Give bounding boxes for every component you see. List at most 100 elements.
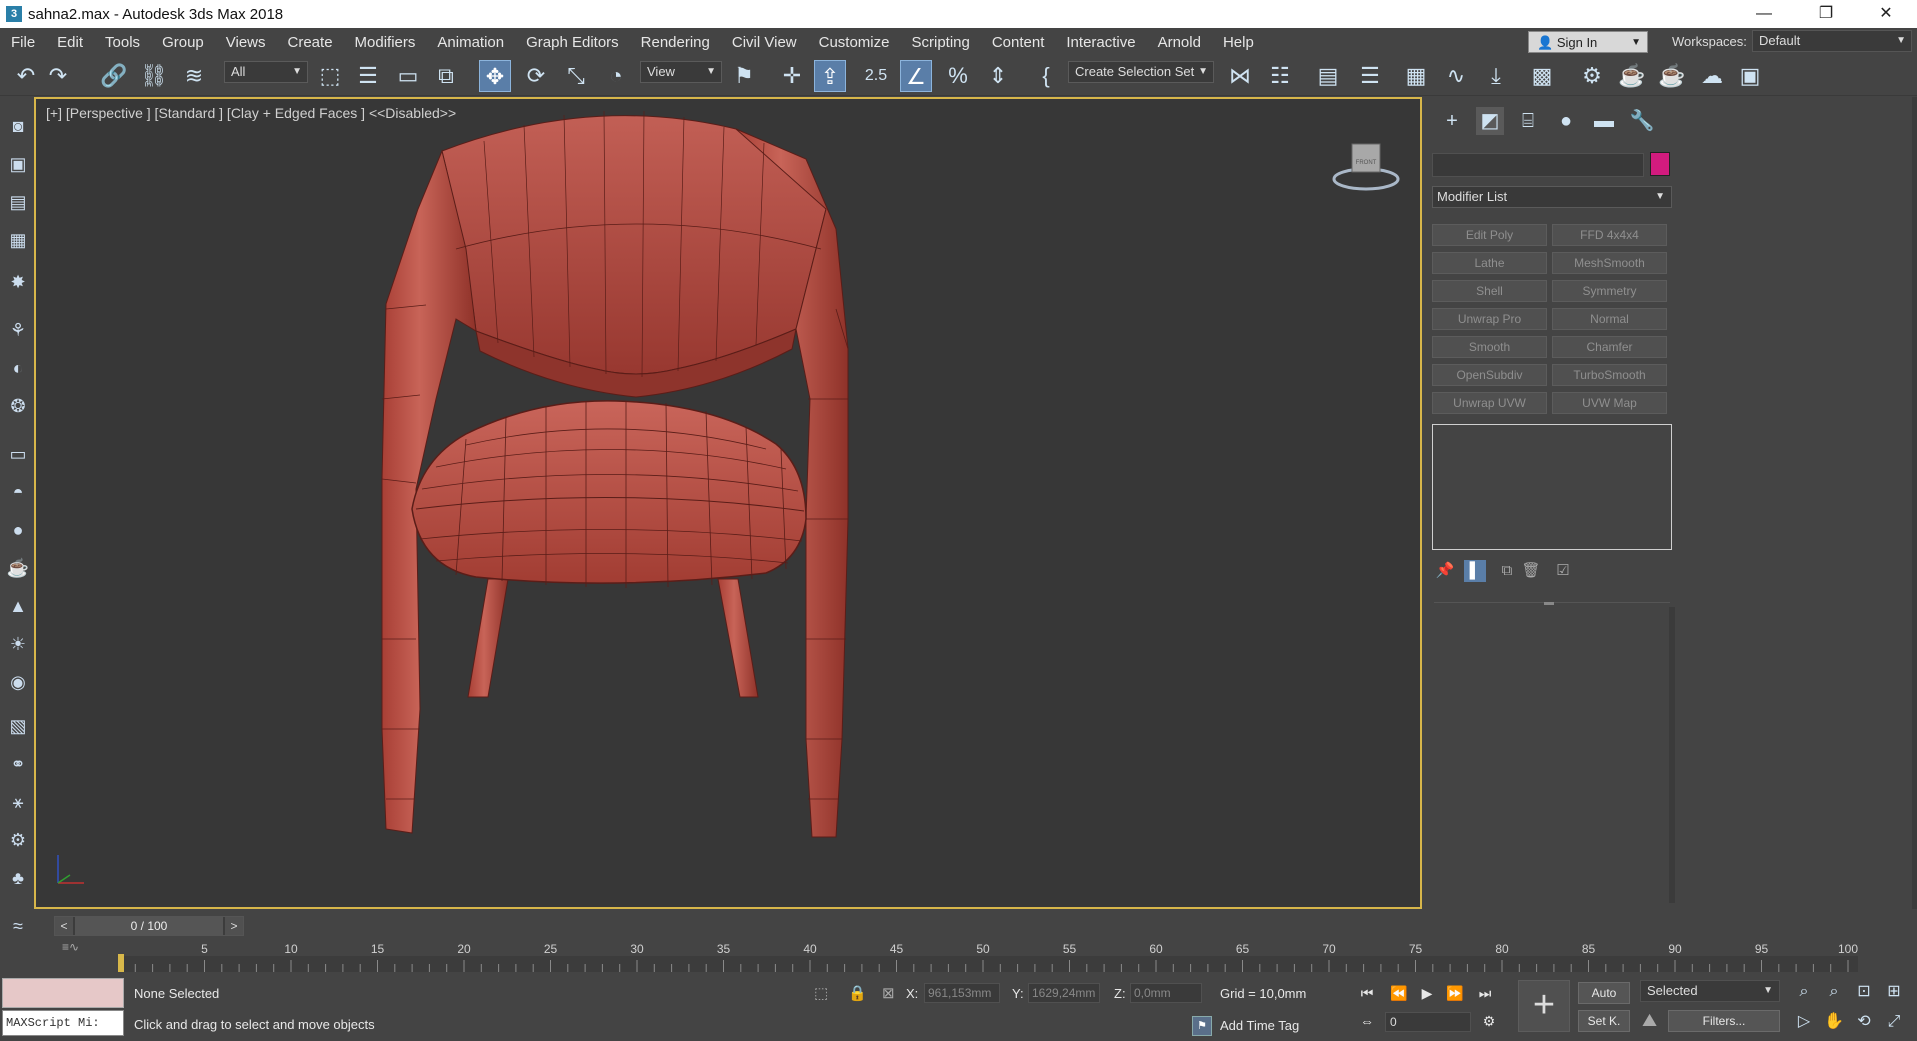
modifier-button-opensubdiv[interactable]: OpenSubdiv	[1432, 364, 1547, 386]
rendered-frame-window-icon[interactable]: ☕	[1616, 60, 1648, 92]
cone-icon[interactable]: ▲	[6, 594, 30, 618]
timeline-ruler[interactable]: 5 10 15 20 25 30 35 40 45 50 55 60 65 70 75 80 85 90 95 100	[118, 942, 1858, 972]
panel-grip-icon[interactable]: ▬	[1544, 597, 1554, 608]
menu-file[interactable]: File	[0, 34, 46, 51]
angle-snap-icon[interactable]: ∠	[900, 60, 932, 92]
geometry-icon[interactable]: ◐	[6, 356, 30, 380]
next-frame-button[interactable]: >	[225, 917, 243, 935]
time-slider[interactable]: < 0 / 100 >	[54, 916, 244, 936]
modifier-stack[interactable]	[1432, 424, 1672, 550]
plane-icon[interactable]: ▭	[6, 442, 30, 466]
maxscript-input[interactable]: MAXScript Mi:	[2, 1010, 124, 1036]
prev-key-icon[interactable]: ⏪	[1388, 982, 1410, 1004]
placement-icon[interactable]: ◔	[600, 60, 632, 92]
menu-group[interactable]: Group	[151, 34, 215, 51]
mirror-icon[interactable]: ⋈	[1224, 60, 1256, 92]
remove-modifier-icon[interactable]: 🗑	[1520, 560, 1542, 582]
menu-rendering[interactable]: Rendering	[630, 34, 721, 51]
pivot-center-icon[interactable]: ⚑	[728, 60, 760, 92]
motion-tab-icon[interactable]: ●	[1552, 107, 1580, 135]
select-object-icon[interactable]: ⬚	[314, 60, 346, 92]
modifier-button-ffd[interactable]: FFD 4x4x4	[1552, 224, 1667, 246]
zoom-extents-icon[interactable]: ⊡	[1852, 980, 1876, 1004]
snap-icon[interactable]: ⚹	[6, 790, 30, 814]
rect-selection-icon[interactable]: ▭	[392, 60, 424, 92]
zoom-icon[interactable]: ⌕	[1792, 980, 1816, 1004]
a360-gallery-icon[interactable]: ▣	[1734, 60, 1766, 92]
material-editor-icon[interactable]: ▩	[1526, 60, 1558, 92]
curve-editor-mini-icon[interactable]: ≡∿	[62, 940, 79, 954]
link-icon[interactable]: 🔗	[98, 60, 130, 92]
set-key-button[interactable]: Set K.	[1578, 1010, 1630, 1032]
scene-explorer-icon[interactable]: ▤	[1312, 60, 1344, 92]
set-key-big-button[interactable]: +	[1518, 980, 1570, 1032]
render-setup-icon[interactable]: ⚙	[1576, 60, 1608, 92]
percent-snap-icon[interactable]: %	[942, 60, 974, 92]
render-production-icon[interactable]: ☕	[1656, 60, 1688, 92]
viewcube[interactable]: FRONT	[1326, 134, 1406, 204]
hierarchy-tab-icon[interactable]: ⌸	[1514, 107, 1542, 135]
hair-icon[interactable]: ≈	[6, 914, 30, 938]
time-config-icon[interactable]: ⚙	[1478, 1010, 1500, 1032]
time-slider-frame[interactable]: 0 / 100	[75, 917, 223, 935]
select-manipulate-icon[interactable]: ⇪	[814, 60, 846, 92]
hemisphere-icon[interactable]: ◓	[6, 480, 30, 504]
modifier-button-unwrap-uvw[interactable]: Unwrap UVW	[1432, 392, 1547, 414]
unlink-icon[interactable]: ⛓	[138, 60, 170, 92]
align-icon[interactable]: ☷	[1264, 60, 1296, 92]
create-tab-icon[interactable]: +	[1438, 107, 1466, 135]
menu-animation[interactable]: Animation	[426, 34, 515, 51]
prev-frame-button[interactable]: <	[55, 917, 73, 935]
object-color-swatch[interactable]	[1650, 152, 1670, 176]
show-end-result-icon[interactable]: ▌	[1464, 560, 1486, 582]
modifier-button-chamfer[interactable]: Chamfer	[1552, 336, 1667, 358]
settings-icon[interactable]: ⚙	[6, 828, 30, 852]
move-icon[interactable]: ✥	[479, 60, 511, 92]
maxscript-output[interactable]	[2, 978, 124, 1008]
display-tab-icon[interactable]: ▬	[1590, 107, 1618, 135]
layer-explorer-icon[interactable]: ☰	[1354, 60, 1386, 92]
menu-interactive[interactable]: Interactive	[1055, 34, 1146, 51]
key-tangent-icon[interactable]: ⛰	[1642, 1010, 1657, 1031]
modifier-list-dropdown[interactable]: Modifier List ▼	[1432, 186, 1672, 208]
window-crossing-icon[interactable]: ⧉	[430, 60, 462, 92]
redo-icon[interactable]: ↷	[42, 60, 74, 92]
isolate-selection-icon[interactable]: ⬚	[814, 984, 828, 1002]
goto-end-icon[interactable]: ⏭	[1474, 982, 1496, 1004]
spinner-snap-icon[interactable]: ⇕	[982, 60, 1014, 92]
object-name-field[interactable]	[1432, 153, 1644, 177]
minimize-button[interactable]: —	[1735, 0, 1793, 28]
modifier-button-uvw-map[interactable]: UVW Map	[1552, 392, 1667, 414]
modifier-button-symmetry[interactable]: Symmetry	[1552, 280, 1667, 302]
scale-icon[interactable]: ⤡	[560, 60, 592, 92]
modify-tab-icon[interactable]: ◩	[1476, 107, 1504, 135]
snap-toggle-icon[interactable]: 2.5	[860, 60, 892, 92]
helper-icon[interactable]: ⚘	[6, 318, 30, 342]
menu-tools[interactable]: Tools	[94, 34, 151, 51]
x-coordinate-field[interactable]: 961,153mm	[924, 983, 1000, 1003]
orbit-icon[interactable]: ⟲	[1852, 1010, 1876, 1034]
plant-icon[interactable]: ♣	[6, 866, 30, 890]
restore-button[interactable]: ❐	[1797, 0, 1855, 28]
ruler-track[interactable]	[118, 956, 1858, 972]
document-icon[interactable]: ▤	[6, 190, 30, 214]
curve-editor-icon[interactable]: ∿	[1440, 60, 1472, 92]
table-icon[interactable]: ▦	[6, 228, 30, 252]
pan-view-icon[interactable]: ✋	[1822, 1010, 1846, 1034]
menu-graph-editors[interactable]: Graph Editors	[515, 34, 630, 51]
menu-customize[interactable]: Customize	[808, 34, 901, 51]
chair-model[interactable]	[36, 99, 1422, 909]
add-time-tag[interactable]: ⚑ Add Time Tag	[1192, 1014, 1299, 1038]
absolute-mode-icon[interactable]: ⊠	[882, 984, 895, 1002]
edit-named-selection-icon[interactable]: {	[1030, 60, 1062, 92]
bone-icon[interactable]: ⚭	[6, 752, 30, 776]
selection-filter-dropdown[interactable]: All ▼	[224, 61, 308, 83]
modifier-button-normal[interactable]: Normal	[1552, 308, 1667, 330]
lock-icon[interactable]: 🔒	[848, 984, 867, 1002]
teapot-icon[interactable]: ☕	[6, 556, 30, 580]
menu-create[interactable]: Create	[277, 34, 344, 51]
make-unique-icon[interactable]: ⧉	[1496, 560, 1518, 582]
field-of-view-icon[interactable]: ▷	[1792, 1010, 1816, 1034]
y-coordinate-field[interactable]: 1629,24mm	[1028, 983, 1100, 1003]
named-selection-set-dropdown[interactable]: Create Selection Set ▼	[1068, 61, 1214, 83]
